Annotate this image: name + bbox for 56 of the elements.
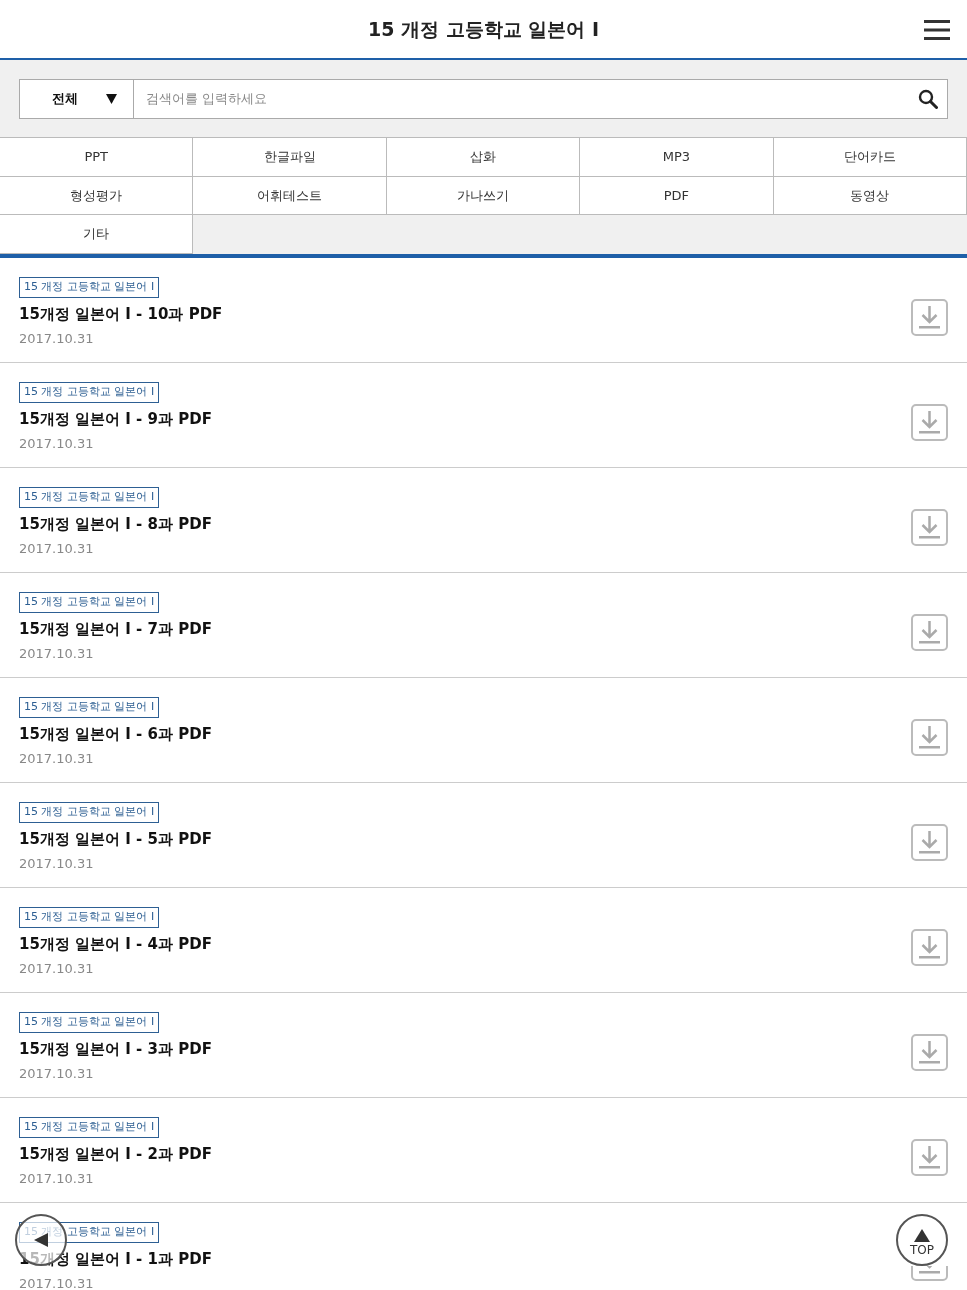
category-dropdown[interactable]: 전체 [19, 78, 134, 119]
download-button[interactable] [911, 824, 948, 862]
menu-icon[interactable] [924, 20, 950, 40]
download-button[interactable] [911, 719, 948, 757]
download-button[interactable] [911, 1034, 948, 1072]
item-title[interactable]: 15개정 일본어 Ⅰ - 6과 PDF [19, 723, 212, 746]
item-date: 2017.10.31 [19, 644, 94, 663]
up-triangle-icon [914, 1228, 930, 1242]
item-title[interactable]: 15개정 일본어 Ⅰ - 9과 PDF [19, 408, 212, 431]
item-date: 2017.10.31 [19, 434, 94, 453]
course-tag: 15 개정 고등학교 일본어 I [19, 592, 160, 614]
search-icon[interactable] [918, 88, 938, 109]
item-date: 2017.10.31 [19, 749, 94, 768]
category-tab[interactable]: MP3 [580, 138, 774, 177]
category-tab[interactable]: 동영상 [773, 176, 967, 216]
item-date: 2017.10.31 [19, 1064, 94, 1083]
category-tab[interactable]: PDF [580, 176, 774, 216]
item-title[interactable]: 15개정 일본어 Ⅰ - 7과 PDF [19, 618, 212, 641]
course-tag: 15 개정 고등학교 일본어 I [19, 382, 160, 404]
download-button[interactable] [911, 929, 948, 967]
item-date: 2017.10.31 [19, 1169, 94, 1188]
item-date: 2017.10.31 [19, 539, 94, 558]
course-tag: 15 개정 고등학교 일본어 I [19, 277, 160, 299]
category-tab[interactable]: 삽화 [386, 138, 581, 177]
course-tag: 15 개정 고등학교 일본어 I [19, 1117, 160, 1139]
course-tag: 15 개정 고등학교 일본어 I [19, 487, 160, 509]
category-tab[interactable]: 가나쓰기 [386, 176, 581, 216]
item-title[interactable]: 15개정 일본어 Ⅰ - 2과 PDF [19, 1143, 212, 1166]
item-title[interactable]: 15개정 일본어 Ⅰ - 10과 PDF [19, 303, 223, 326]
download-button[interactable] [911, 1266, 948, 1282]
item-title[interactable]: 15개정 일본어 Ⅰ - 4과 PDF [19, 933, 212, 956]
download-button[interactable] [911, 299, 948, 337]
category-tab[interactable]: 단어카드 [773, 138, 967, 177]
course-tag: 15 개정 고등학교 일본어 I [19, 697, 160, 719]
course-tag: 15 개정 고등학교 일본어 I [19, 802, 160, 824]
download-button[interactable] [911, 614, 948, 652]
course-tag: 15 개정 고등학교 일본어 I [19, 907, 160, 929]
download-button[interactable] [911, 404, 948, 442]
download-button[interactable] [911, 1139, 948, 1177]
category-tab[interactable]: 형성평가 [0, 176, 194, 216]
item-title[interactable]: 15개정 일본어 Ⅰ - 8과 PDF [19, 513, 212, 536]
download-button[interactable] [911, 509, 948, 547]
item-title[interactable]: 15개정 일본어 Ⅰ - 5과 PDF [19, 828, 212, 851]
item-date: 2017.10.31 [19, 329, 94, 348]
item-date: 2017.10.31 [19, 854, 94, 873]
category-tab[interactable]: 한글파일 [193, 138, 387, 177]
category-tab[interactable]: 기타 [0, 215, 194, 255]
item-title[interactable]: 15개정 일본어 Ⅰ - 3과 PDF [19, 1038, 212, 1061]
category-tab[interactable]: 어휘테스트 [193, 176, 387, 216]
page-title: 15 개정 고등학교 일본어 I [368, 16, 599, 42]
item-date: 2017.10.31 [19, 959, 94, 978]
search-field[interactable]: 검색어를 입력하세요 [134, 78, 948, 119]
item-date: 2017.10.31 [19, 1274, 94, 1290]
course-tag: 15 개정 고등학교 일본어 I [19, 1012, 160, 1034]
category-tab[interactable]: PPT [0, 138, 194, 177]
caret-icon [106, 93, 117, 104]
